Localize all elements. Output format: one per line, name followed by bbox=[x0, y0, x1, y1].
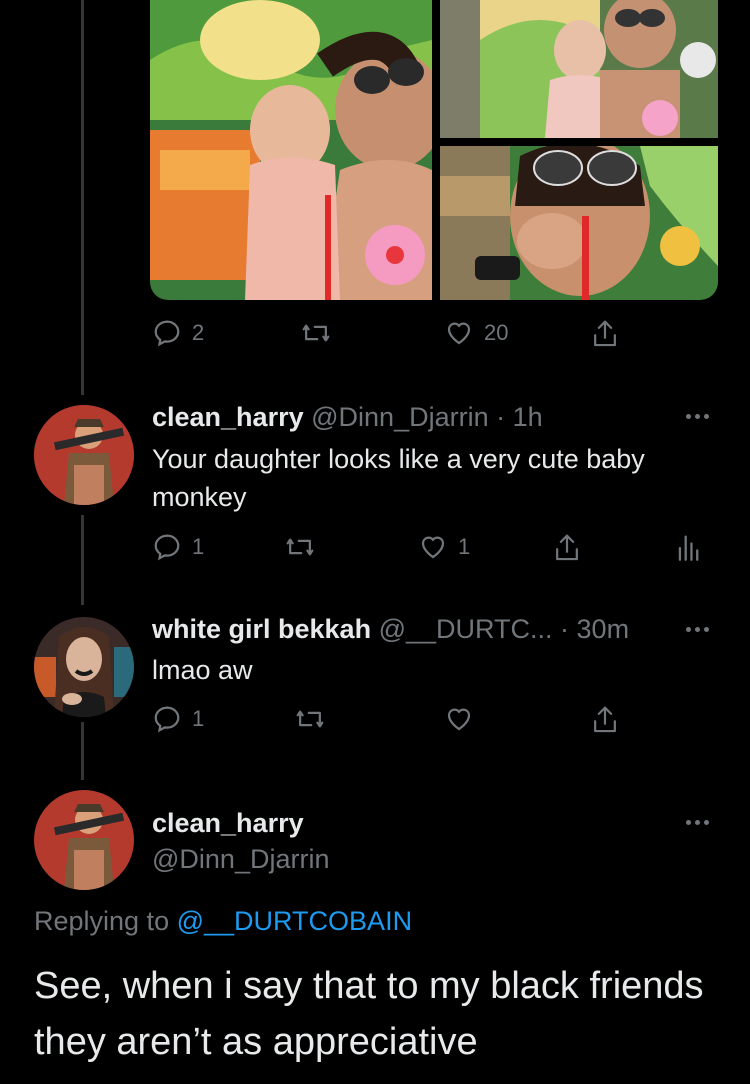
display-name[interactable]: clean_harry bbox=[152, 402, 304, 432]
share-icon bbox=[594, 706, 616, 733]
share-icon bbox=[556, 534, 578, 561]
retweet-icon bbox=[302, 324, 330, 342]
photo-2[interactable] bbox=[440, 0, 718, 138]
tweet-media-grid[interactable] bbox=[150, 0, 718, 300]
more-icon[interactable] bbox=[686, 627, 709, 632]
analytics-action[interactable] bbox=[676, 532, 700, 562]
reply-action[interactable]: 2 bbox=[152, 318, 204, 348]
reply-count: 1 bbox=[192, 534, 205, 559]
like-icon bbox=[447, 322, 471, 345]
reply1-text: Your daughter looks like a very cute bab… bbox=[152, 444, 645, 512]
handle[interactable]: @Dinn_Djarrin bbox=[152, 844, 329, 875]
reply2-header: white girl bekkah @__DURTC... · 30m bbox=[152, 614, 629, 645]
reply-icon bbox=[154, 706, 180, 733]
reply-action[interactable]: 1 bbox=[152, 704, 204, 734]
retweet-icon bbox=[296, 710, 324, 728]
analytics-icon bbox=[678, 535, 699, 561]
reply2-text: lmao aw bbox=[152, 655, 253, 685]
reply-action[interactable]: 1 bbox=[152, 532, 204, 562]
thread-line-top bbox=[81, 0, 84, 395]
handle[interactable]: @Dinn_Djarrin bbox=[311, 402, 488, 432]
reply-count: 2 bbox=[192, 320, 205, 345]
retweet-action[interactable] bbox=[300, 318, 332, 348]
like-action[interactable]: 20 bbox=[444, 318, 508, 348]
reply1-header: clean_harry @Dinn_Djarrin · 1h bbox=[152, 402, 543, 433]
reply-count: 1 bbox=[192, 706, 205, 731]
share-action[interactable] bbox=[590, 318, 620, 350]
thread-line-mid bbox=[81, 515, 84, 605]
share-action[interactable] bbox=[590, 704, 620, 736]
replying-to-line: Replying to @__DURTCOBAIN bbox=[34, 906, 412, 937]
retweet-action[interactable] bbox=[284, 532, 316, 562]
avatar[interactable] bbox=[34, 617, 134, 717]
more-icon[interactable] bbox=[686, 820, 709, 825]
timestamp[interactable]: · 30m bbox=[560, 614, 629, 644]
like-count: 1 bbox=[458, 534, 471, 559]
like-icon bbox=[447, 708, 471, 731]
reply-icon bbox=[154, 320, 180, 347]
like-icon bbox=[421, 536, 445, 559]
replying-to-link[interactable]: @__DURTCOBAIN bbox=[177, 906, 412, 936]
like-count: 20 bbox=[484, 320, 509, 345]
retweet-action[interactable] bbox=[294, 704, 326, 734]
like-action[interactable]: 1 bbox=[418, 532, 470, 562]
like-action[interactable] bbox=[444, 704, 474, 734]
avatar[interactable] bbox=[34, 790, 134, 890]
handle[interactable]: @__DURTC... bbox=[379, 614, 553, 644]
reply-icon bbox=[154, 534, 180, 561]
display-name[interactable]: clean_harry bbox=[152, 808, 304, 839]
avatar[interactable] bbox=[34, 405, 134, 505]
photo-3[interactable] bbox=[440, 146, 718, 300]
more-icon[interactable] bbox=[686, 414, 709, 419]
display-name[interactable]: white girl bekkah bbox=[152, 614, 371, 644]
retweet-icon bbox=[286, 538, 314, 556]
photo-1[interactable] bbox=[150, 0, 432, 300]
share-icon bbox=[594, 320, 616, 347]
share-action[interactable] bbox=[552, 532, 582, 564]
timestamp[interactable]: · 1h bbox=[496, 402, 543, 432]
main-tweet-text: See, when i say that to my black friends… bbox=[34, 965, 704, 1063]
thread-line-bottom bbox=[81, 722, 84, 780]
replying-to-label: Replying to bbox=[34, 906, 170, 936]
